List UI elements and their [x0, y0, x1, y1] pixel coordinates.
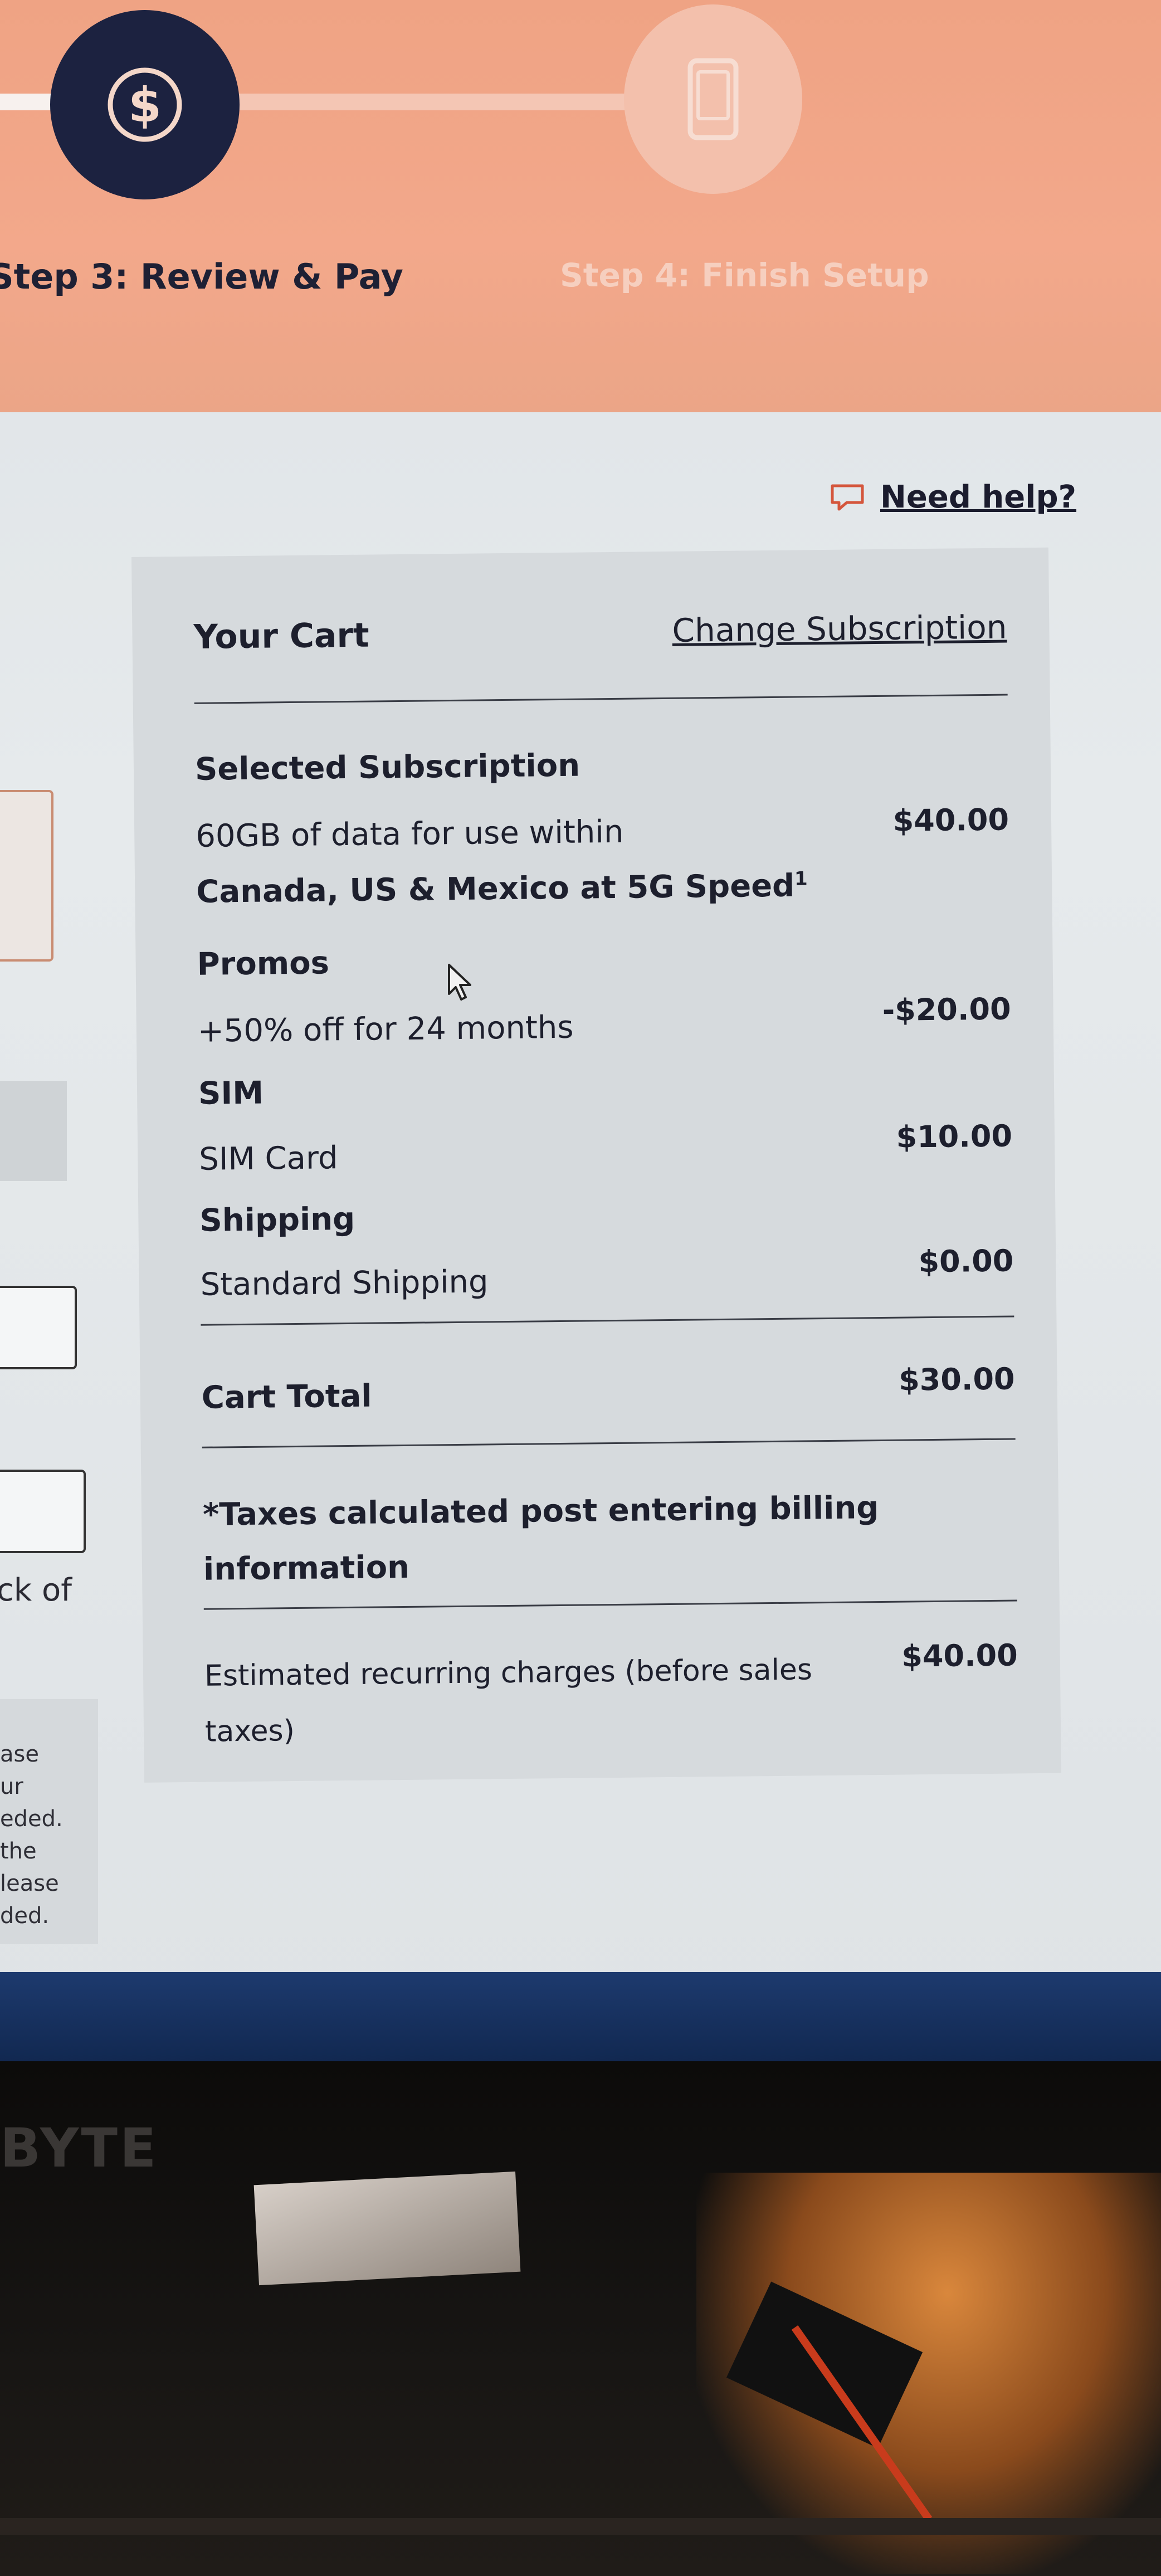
shipping-heading: Shipping — [199, 1201, 355, 1239]
step-4-indicator — [624, 4, 802, 194]
svg-text:$: $ — [128, 77, 162, 133]
monitor-brand-logo: BYTE — [0, 2117, 159, 2179]
left-input-field[interactable] — [0, 1470, 86, 1553]
cart-title: Your Cart — [193, 616, 370, 657]
note-line: ur — [0, 1774, 23, 1799]
divider — [201, 1315, 1014, 1326]
recurring-charges-label-line2: taxes) — [204, 1714, 295, 1749]
subscription-description: Canada, US & Mexico at 5G Speed1 — [196, 867, 808, 910]
left-fragment-text: ck of — [0, 1572, 72, 1608]
note-line: ase — [0, 1741, 39, 1767]
sim-label: SIM Card — [198, 1140, 338, 1178]
chat-icon — [831, 484, 864, 510]
shipping-price: $0.00 — [918, 1243, 1014, 1280]
phone-icon — [687, 58, 739, 140]
note-line: lease — [0, 1871, 59, 1896]
tax-note: *Taxes calculated post entering billing — [202, 1490, 879, 1533]
monitor-frame — [0, 1972, 1161, 2072]
need-help-link[interactable]: Need help? — [880, 479, 1076, 515]
subscription-heading: Selected Subscription — [194, 747, 580, 788]
shipping-label: Standard Shipping — [200, 1263, 489, 1303]
mouse-cursor-icon — [448, 964, 471, 1001]
tax-note-line2: information — [203, 1549, 410, 1588]
subscription-price: $40.00 — [892, 802, 1009, 838]
left-form-section — [0, 1081, 67, 1181]
desk-object — [253, 2171, 521, 2286]
divider — [203, 1599, 1017, 1610]
need-help[interactable]: Need help? — [830, 479, 1076, 515]
left-info-note: ase ur eded. the lease ded. — [0, 1699, 98, 1944]
checkout-progress-bar: $ Step 3: Review & Pay Step 4: Finish Se… — [0, 0, 1161, 412]
cart-total-label: Cart Total — [201, 1378, 372, 1416]
sim-heading: SIM — [198, 1075, 264, 1112]
recurring-charges-price: $40.00 — [901, 1637, 1018, 1674]
subscription-description: 60GB of data for use within — [195, 813, 624, 855]
change-subscription-link[interactable]: Change Subscription — [672, 608, 1007, 650]
step-3-indicator: $ — [50, 10, 240, 199]
note-line: eded. — [0, 1806, 63, 1832]
step-4-label: Step 4: Finish Setup — [560, 256, 929, 294]
desk-edge — [0, 2518, 1161, 2535]
left-form-card[interactable] — [0, 790, 53, 962]
promo-label: +50% off for 24 months — [197, 1009, 574, 1050]
dollar-icon: $ — [108, 67, 182, 142]
sim-price: $10.00 — [896, 1118, 1013, 1155]
browser-viewport: $ Step 3: Review & Pay Step 4: Finish Se… — [0, 0, 1161, 2017]
note-line: ded. — [0, 1903, 50, 1929]
promos-heading: Promos — [197, 945, 330, 983]
cart-panel: Your Cart Change Subscription Selected S… — [131, 547, 1061, 1783]
recurring-charges-label: Estimated recurring charges (before sale… — [204, 1653, 813, 1693]
promo-price: -$20.00 — [882, 991, 1011, 1028]
divider — [202, 1438, 1016, 1448]
note-line: the — [0, 1838, 37, 1864]
divider — [194, 694, 1008, 704]
left-input-field[interactable] — [0, 1286, 77, 1369]
footnote-marker: 1 — [794, 867, 808, 890]
subscription-description-line: Canada, US & Mexico at 5G Speed — [196, 867, 795, 910]
progress-track-pending — [212, 94, 646, 110]
cart-total-price: $30.00 — [898, 1361, 1015, 1398]
step-3-label: Step 3: Review & Pay — [0, 256, 403, 297]
